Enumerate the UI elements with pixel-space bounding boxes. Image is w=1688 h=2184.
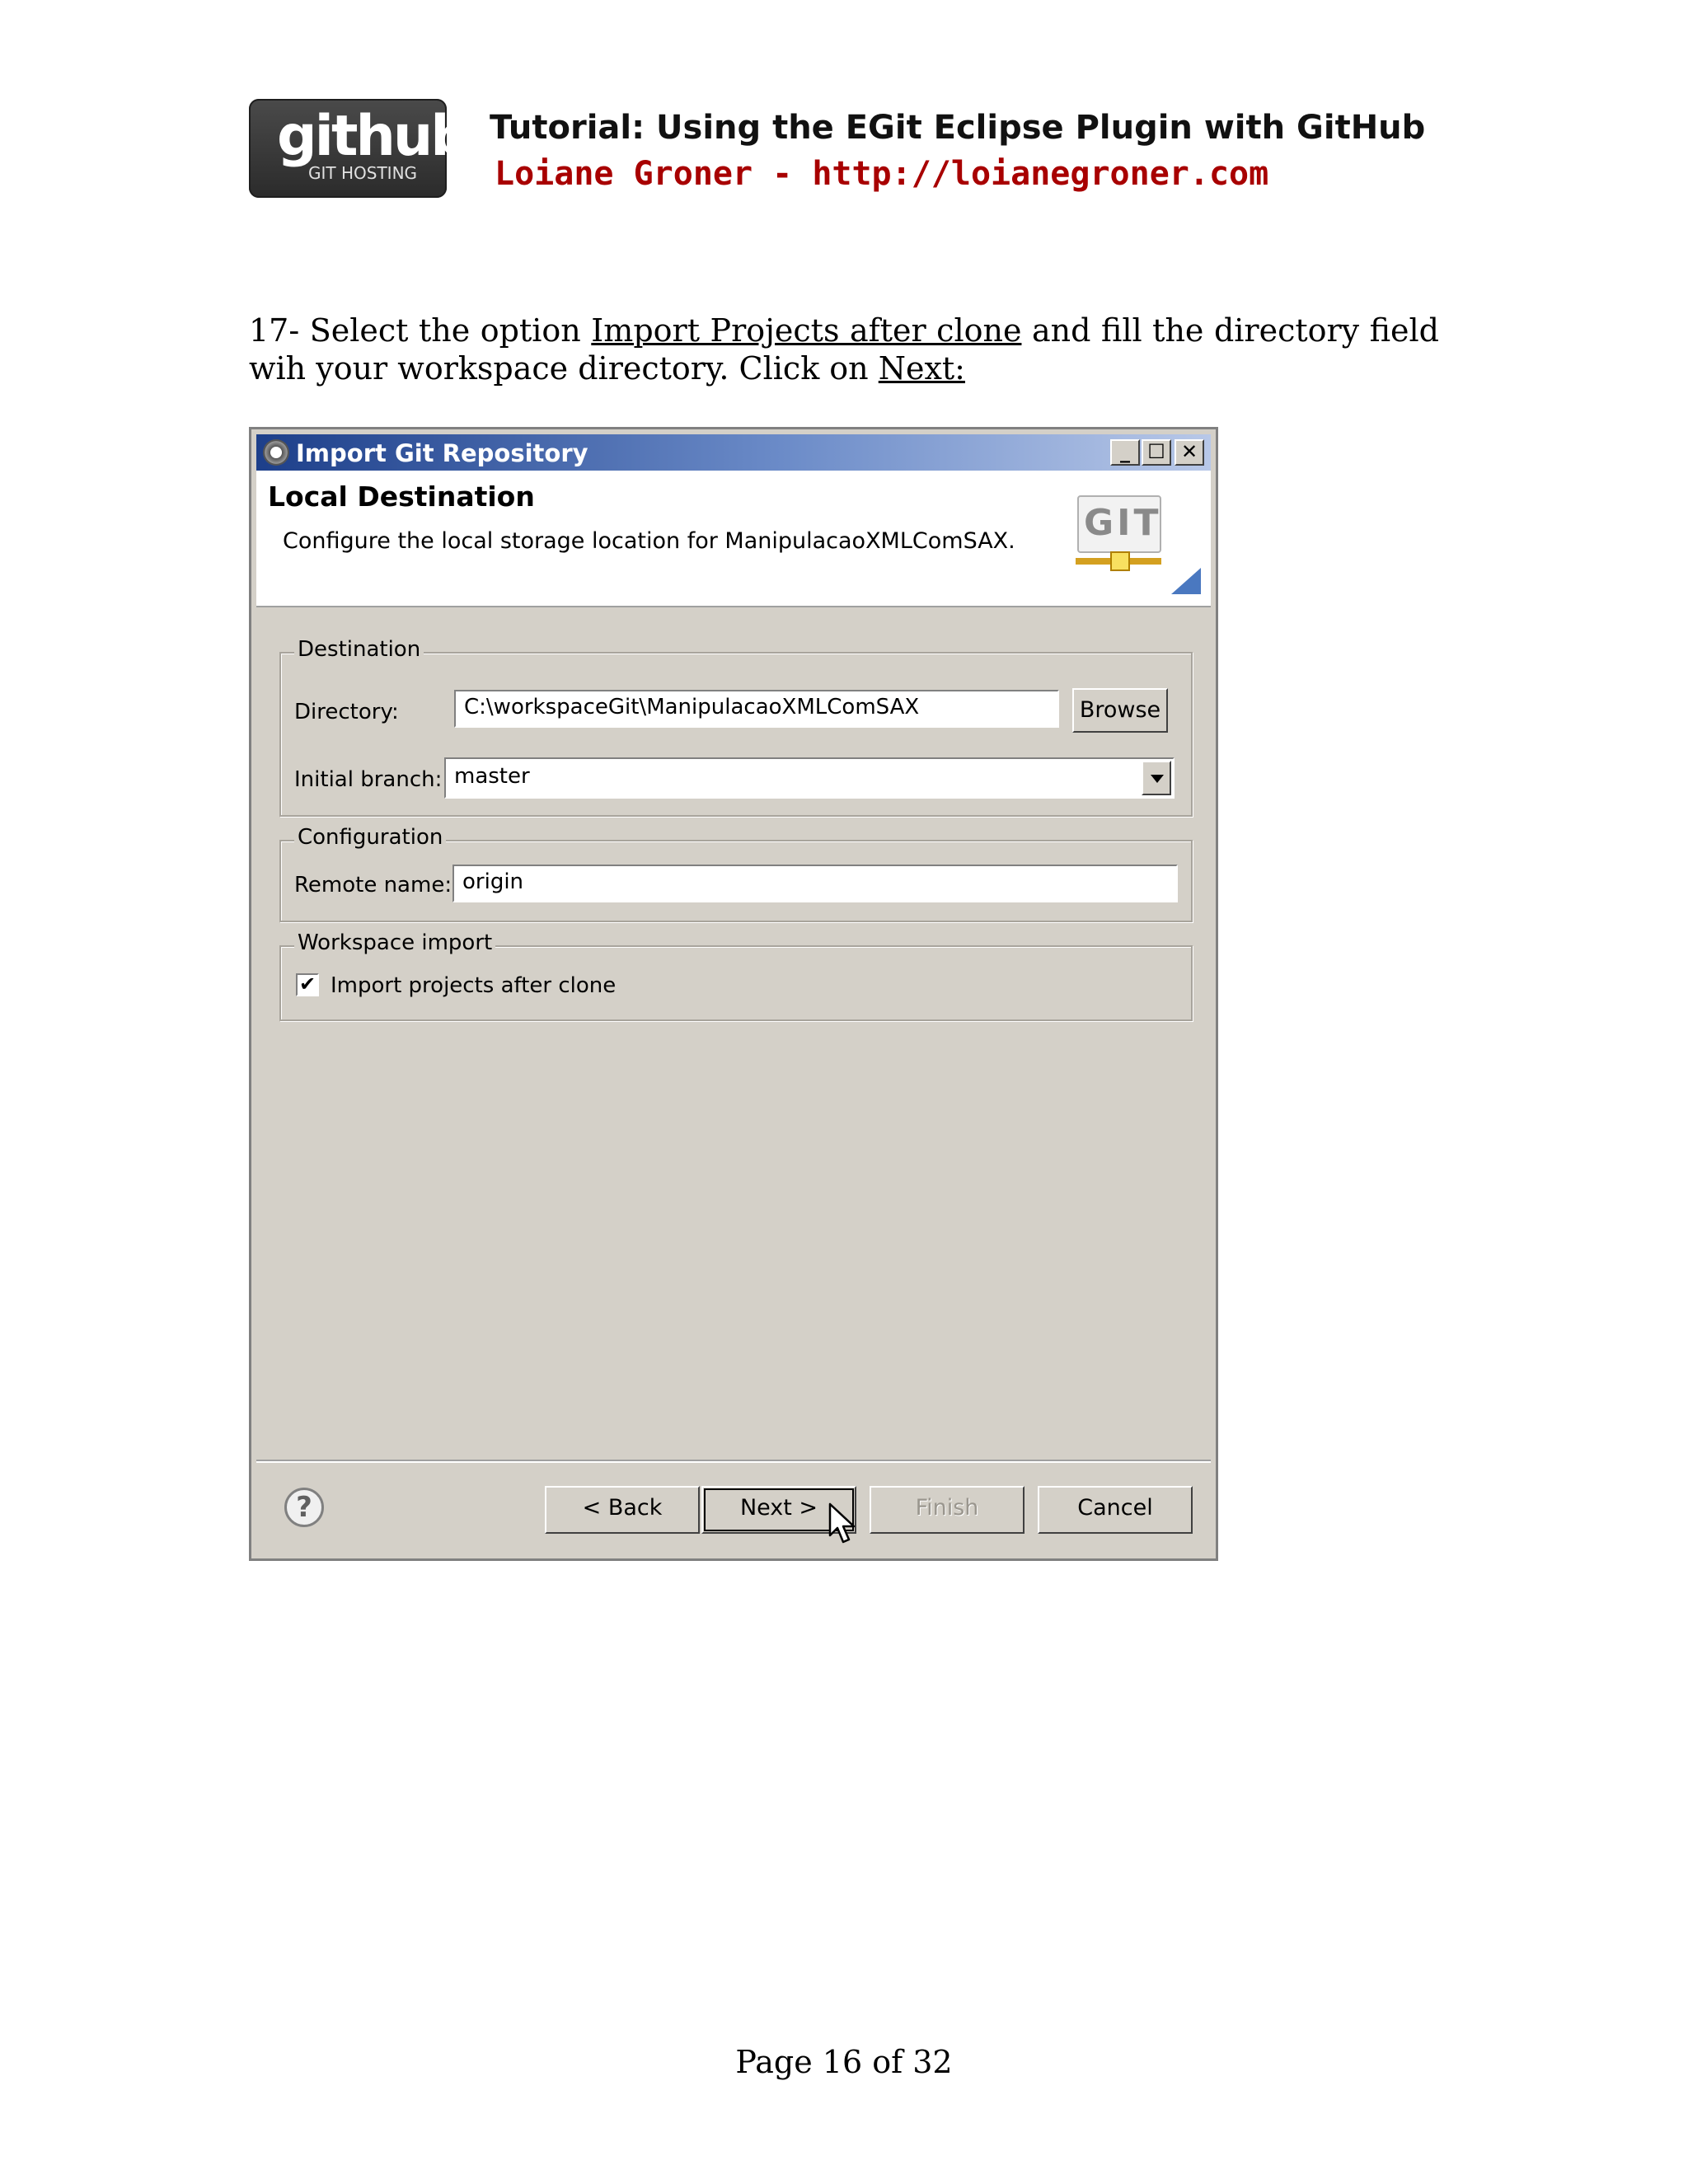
eclipse-icon [263, 439, 289, 466]
instruction-option-link: Import Projects after clone [591, 312, 1022, 349]
dialog-title: Import Git Repository [296, 439, 588, 467]
github-logo: github GIT HOSTING [249, 99, 471, 198]
initial-branch-value: master [454, 764, 530, 789]
wizard-banner: Local Destination Configure the local st… [256, 471, 1211, 607]
chevron-down-icon[interactable] [1142, 761, 1171, 795]
initial-branch-select[interactable]: master [444, 757, 1175, 799]
import-projects-label[interactable]: Import projects after clone [331, 973, 616, 998]
workspace-import-legend: Workspace import [294, 930, 496, 955]
directory-label: Directory: [294, 700, 399, 724]
git-logo-node-icon [1110, 551, 1130, 571]
finish-button[interactable]: Finish [870, 1486, 1025, 1534]
destination-legend: Destination [294, 637, 424, 662]
configuration-group: Configuration Remote name: origin [279, 825, 1193, 922]
dialog-titlebar: Import Git Repository _ ☐ ✕ [256, 434, 1211, 471]
wizard-page-title: Local Destination [268, 480, 535, 513]
button-bar-separator [256, 1460, 1211, 1463]
page-number: Page 16 of 32 [735, 2044, 953, 2080]
header-title: Tutorial: Using the EGit Eclipse Plugin … [490, 109, 1426, 147]
remote-name-input[interactable]: origin [452, 865, 1178, 902]
close-button[interactable]: ✕ [1175, 439, 1204, 466]
header-author: Loiane Groner - http://loianegroner.com [495, 155, 1269, 193]
minimize-button[interactable]: _ [1110, 439, 1140, 466]
instruction-paragraph: 17- Select the option Import Projects af… [249, 312, 1439, 387]
logo-wordmark: github [277, 104, 471, 169]
back-button[interactable]: < Back [545, 1486, 700, 1534]
wizard-page-description: Configure the local storage location for… [283, 528, 1015, 554]
mouse-cursor-icon [828, 1502, 856, 1544]
directory-input[interactable]: C:\workspaceGit\ManipulacaoXMLComSAX [454, 690, 1059, 728]
git-logo-text: GIT [1084, 502, 1162, 544]
help-icon[interactable]: ? [284, 1488, 324, 1527]
maximize-button[interactable]: ☐ [1142, 439, 1171, 466]
configuration-legend: Configuration [294, 825, 447, 850]
instruction-prefix: 17- Select the option [249, 312, 592, 349]
logo-subtext: GIT HOSTING [308, 163, 418, 183]
git-logo-icon: GIT [1077, 495, 1161, 553]
initial-branch-label: Initial branch: [294, 767, 443, 792]
workspace-import-group: Workspace import ✔ Import projects after… [279, 930, 1193, 1021]
import-git-repository-dialog: Import Git Repository _ ☐ ✕ Local Destin… [249, 427, 1218, 1561]
import-projects-checkbox[interactable]: ✔ [296, 973, 319, 996]
browse-button[interactable]: Browse [1072, 688, 1168, 733]
destination-group: Destination Directory: C:\workspaceGit\M… [279, 637, 1193, 817]
remote-name-label: Remote name: [294, 873, 452, 898]
instruction-next-link: Next: [878, 350, 965, 387]
cancel-button[interactable]: Cancel [1038, 1486, 1193, 1534]
banner-corner-decoration [1171, 568, 1201, 594]
